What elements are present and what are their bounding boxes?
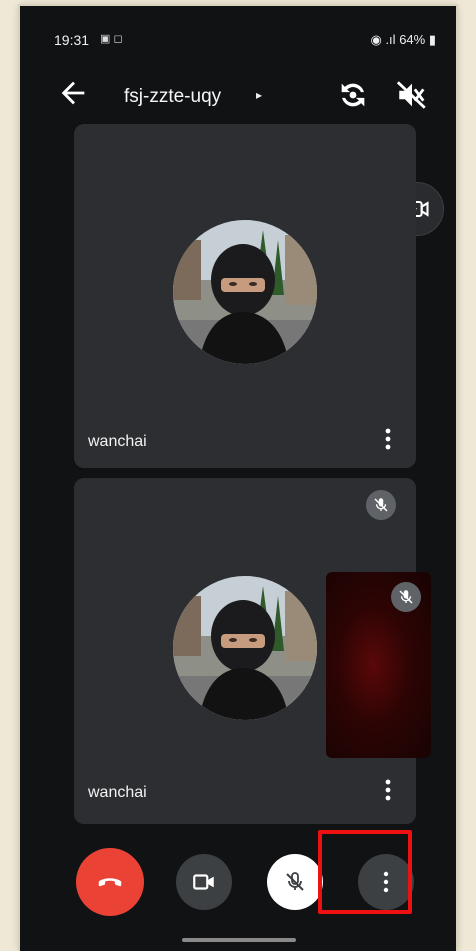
back-arrow-icon: [61, 81, 85, 105]
participant-name: wanchai: [88, 784, 147, 801]
participant-tile[interactable]: wanchai: [74, 124, 416, 468]
self-muted-badge: [391, 582, 421, 612]
self-view-preview[interactable]: [326, 572, 431, 758]
gesture-nav-bar[interactable]: [182, 938, 296, 942]
participant-options-button[interactable]: [378, 424, 398, 454]
status-bar: 19:31 ▣ ◻ ◉ .ıl 64% ▮: [20, 6, 456, 58]
participant-avatar: [173, 576, 317, 720]
muted-badge: [366, 490, 396, 520]
end-call-button[interactable]: [76, 848, 144, 916]
participant-options-button[interactable]: [378, 775, 398, 805]
back-button[interactable]: [56, 76, 90, 110]
mic-off-icon: [374, 498, 388, 512]
mic-off-icon: [399, 590, 413, 604]
battery-percentage: 64%: [399, 32, 426, 47]
avatar-photo: [173, 220, 317, 364]
participant-avatar: [173, 220, 317, 364]
battery-icon: ▮: [428, 32, 436, 47]
rotate-camera-icon: [341, 83, 365, 107]
camera-toggle-button[interactable]: [176, 854, 232, 910]
meeting-code[interactable]: fsj-zzte-uqy: [124, 86, 221, 108]
status-time: 19:31: [54, 32, 90, 48]
more-vert-icon: [385, 779, 391, 801]
status-battery: ◉ .ıl 64% ▮: [370, 32, 436, 48]
status-notification-icons: ▣ ◻: [100, 33, 123, 45]
switch-camera-button[interactable]: [336, 78, 370, 112]
end-call-icon: [98, 878, 122, 887]
camera-icon: [193, 874, 214, 890]
mic-off-icon: [286, 872, 304, 891]
meeting-top-bar: fsj-zzte-uqy ▸: [20, 66, 456, 122]
mic-toggle-button[interactable]: [267, 854, 323, 910]
status-signal-icons: ◉ .ıl: [370, 32, 396, 47]
phone-screen: 19:31 ▣ ◻ ◉ .ıl 64% ▮ fsj-zzte-uqy ▸ wan…: [20, 6, 456, 951]
audio-output-button[interactable]: [395, 78, 429, 112]
target-highlight-box: [318, 830, 412, 914]
more-vert-icon: [385, 428, 391, 450]
avatar-photo: [173, 576, 317, 720]
meeting-info-caret-icon[interactable]: ▸: [256, 88, 262, 102]
participant-name: wanchai: [88, 433, 147, 450]
speaker-off-icon: [396, 81, 426, 109]
